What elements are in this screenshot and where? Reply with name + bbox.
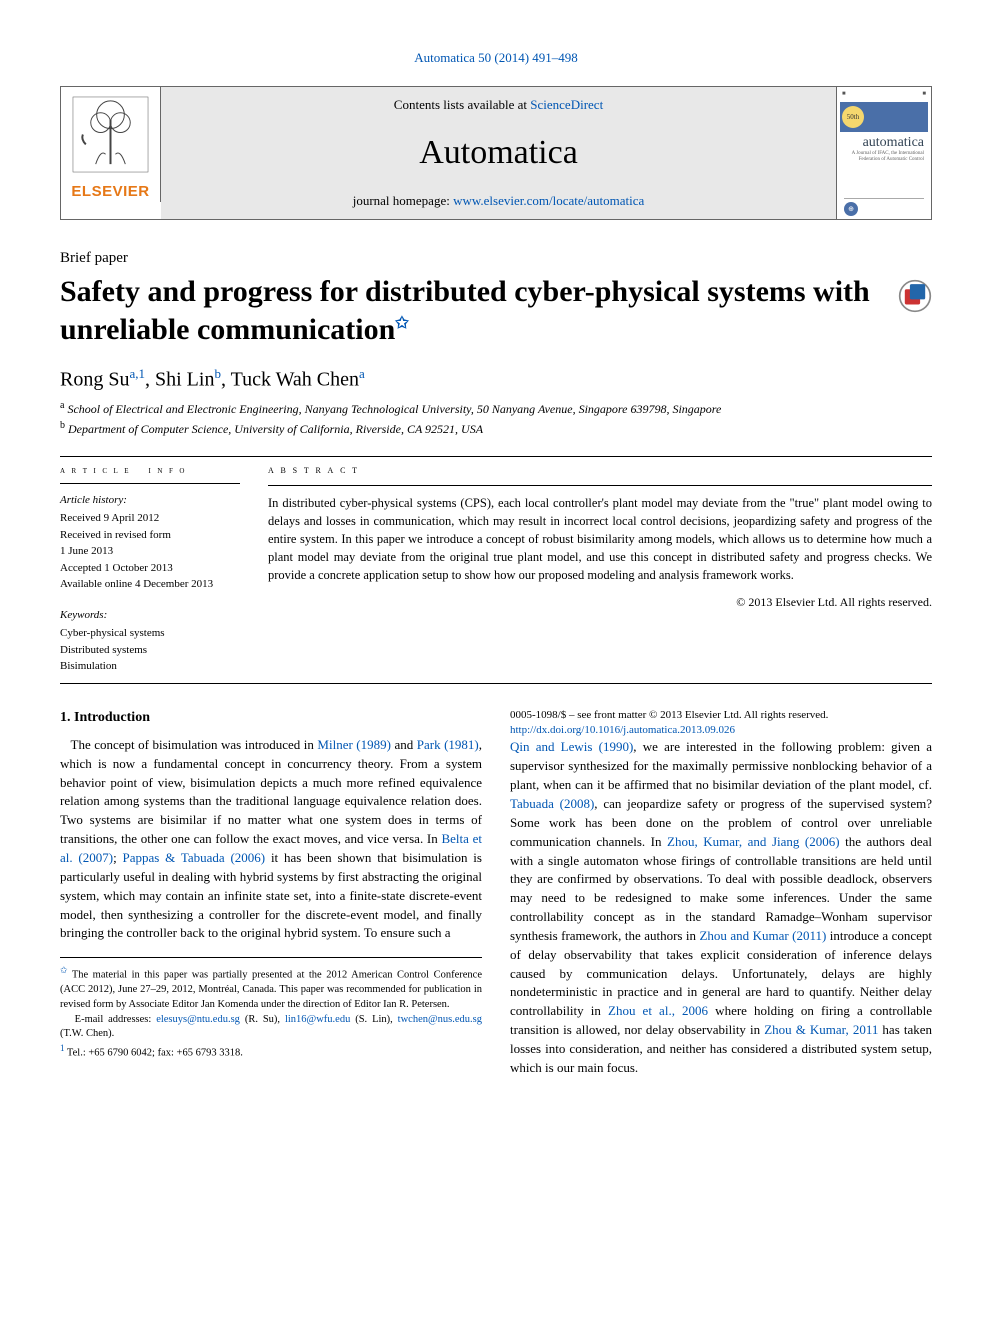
crossmark-icon — [898, 279, 932, 313]
citation-park[interactable]: Park (1981) — [417, 737, 479, 752]
revised-date: 1 June 2013 — [60, 543, 240, 560]
anniversary-badge: 50th — [842, 106, 864, 128]
history-heading: Article history: — [60, 492, 240, 509]
footnote-1-marker: ✩ — [60, 965, 68, 975]
citation-zhou-kumar-2011b[interactable]: Zhou & Kumar, 2011 — [764, 1022, 878, 1037]
elsevier-wordmark: ELSEVIER — [71, 183, 149, 200]
article-kicker: Brief paper — [60, 250, 932, 267]
citation-pappas[interactable]: Pappas & Tabuada (2006) — [123, 850, 266, 865]
author-2-affiliation-link[interactable]: b — [214, 366, 221, 381]
affiliations: a School of Electrical and Electronic En… — [60, 398, 932, 438]
sciencedirect-link[interactable]: ScienceDirect — [530, 97, 603, 112]
citation-zhou-kumar-2011[interactable]: Zhou and Kumar (2011) — [699, 928, 826, 943]
journal-homepage-link[interactable]: www.elsevier.com/locate/automatica — [453, 193, 644, 208]
revised-label: Received in revised form — [60, 527, 240, 544]
citation-zhou-2006[interactable]: Zhou, Kumar, and Jiang (2006) — [667, 834, 840, 849]
received-date: Received 9 April 2012 — [60, 510, 240, 527]
doi-block: 0005-1098/$ – see front matter © 2013 El… — [510, 708, 932, 739]
journal-cover-thumbnail[interactable]: ■■ 50th automatica A Journal of IFAC, th… — [836, 87, 931, 219]
journal-name: Automatica — [181, 134, 816, 172]
keyword-1: Cyber-physical systems — [60, 625, 240, 642]
footnote-1-text: The material in this paper was partially… — [60, 970, 482, 1010]
journal-banner: ELSEVIER Contents lists available at Sci… — [60, 86, 932, 220]
email-1[interactable]: elesuys@ntu.edu.sg — [156, 1014, 240, 1025]
email-3[interactable]: twchen@nus.edu.sg — [398, 1014, 482, 1025]
accepted-date: Accepted 1 October 2013 — [60, 560, 240, 577]
front-matter: 0005-1098/$ – see front matter © 2013 El… — [510, 708, 932, 723]
journal-homepage: journal homepage: www.elsevier.com/locat… — [181, 193, 816, 209]
article-info: a r t i c l e i n f o Article history: R… — [60, 463, 240, 675]
author-3[interactable]: Tuck Wah Chen — [231, 369, 359, 391]
online-date: Available online 4 December 2013 — [60, 576, 240, 593]
cover-title: automatica — [840, 132, 928, 151]
citation-milner[interactable]: Milner (1989) — [317, 737, 391, 752]
divider — [60, 456, 932, 457]
body-text: 1. Introduction The concept of bisimulat… — [60, 708, 932, 1079]
section-1-heading: 1. Introduction — [60, 708, 482, 728]
citation-tabuada[interactable]: Tabuada (2008) — [510, 796, 594, 811]
abstract: a b s t r a c t In distributed cyber-phy… — [268, 463, 932, 675]
citation-link[interactable]: Automatica 50 (2014) 491–498 — [414, 50, 578, 65]
keyword-2: Distributed systems — [60, 642, 240, 659]
author-3-affiliation-link[interactable]: a — [359, 366, 365, 381]
elsevier-tree-icon — [71, 95, 150, 174]
running-header: Automatica 50 (2014) 491–498 — [60, 50, 932, 66]
copyright: © 2013 Elsevier Ltd. All rights reserved… — [268, 594, 932, 611]
author-2[interactable]: Shi Lin — [155, 369, 214, 391]
divider — [60, 683, 932, 684]
doi-link[interactable]: http://dx.doi.org/10.1016/j.automatica.2… — [510, 724, 735, 736]
footnote-emails-label: E-mail addresses: — [75, 1014, 157, 1025]
keyword-3: Bisimulation — [60, 658, 240, 675]
footnote-3-text: Tel.: +65 6790 6042; fax: +65 6793 3318. — [65, 1048, 243, 1059]
author-list: Rong Sua,1, Shi Linb, Tuck Wah Chena — [60, 366, 932, 392]
author-1-affiliation-link[interactable]: a,1 — [129, 366, 145, 381]
author-1[interactable]: Rong Su — [60, 369, 129, 391]
citation-qin-lewis[interactable]: Qin and Lewis (1990) — [510, 739, 633, 754]
contents-available: Contents lists available at ScienceDirec… — [181, 97, 816, 113]
citation-zhou-etal-2006[interactable]: Zhou et al., 2006 — [608, 1003, 708, 1018]
title-footnote-marker[interactable]: ✩ — [395, 315, 408, 332]
banner-center: Contents lists available at ScienceDirec… — [161, 87, 836, 219]
crossmark-button[interactable] — [898, 279, 932, 313]
footnotes: ✩ The material in this paper was partial… — [60, 957, 482, 1061]
keywords-heading: Keywords: — [60, 607, 240, 624]
abstract-text: In distributed cyber-physical systems (C… — [268, 494, 932, 585]
elsevier-logo[interactable]: ELSEVIER — [61, 87, 161, 202]
email-2[interactable]: lin16@wfu.edu — [285, 1014, 350, 1025]
ifac-badge-icon: ⊕ — [844, 202, 858, 216]
abstract-heading: a b s t r a c t — [268, 463, 932, 479]
article-title: Safety and progress for distributed cybe… — [60, 273, 886, 348]
